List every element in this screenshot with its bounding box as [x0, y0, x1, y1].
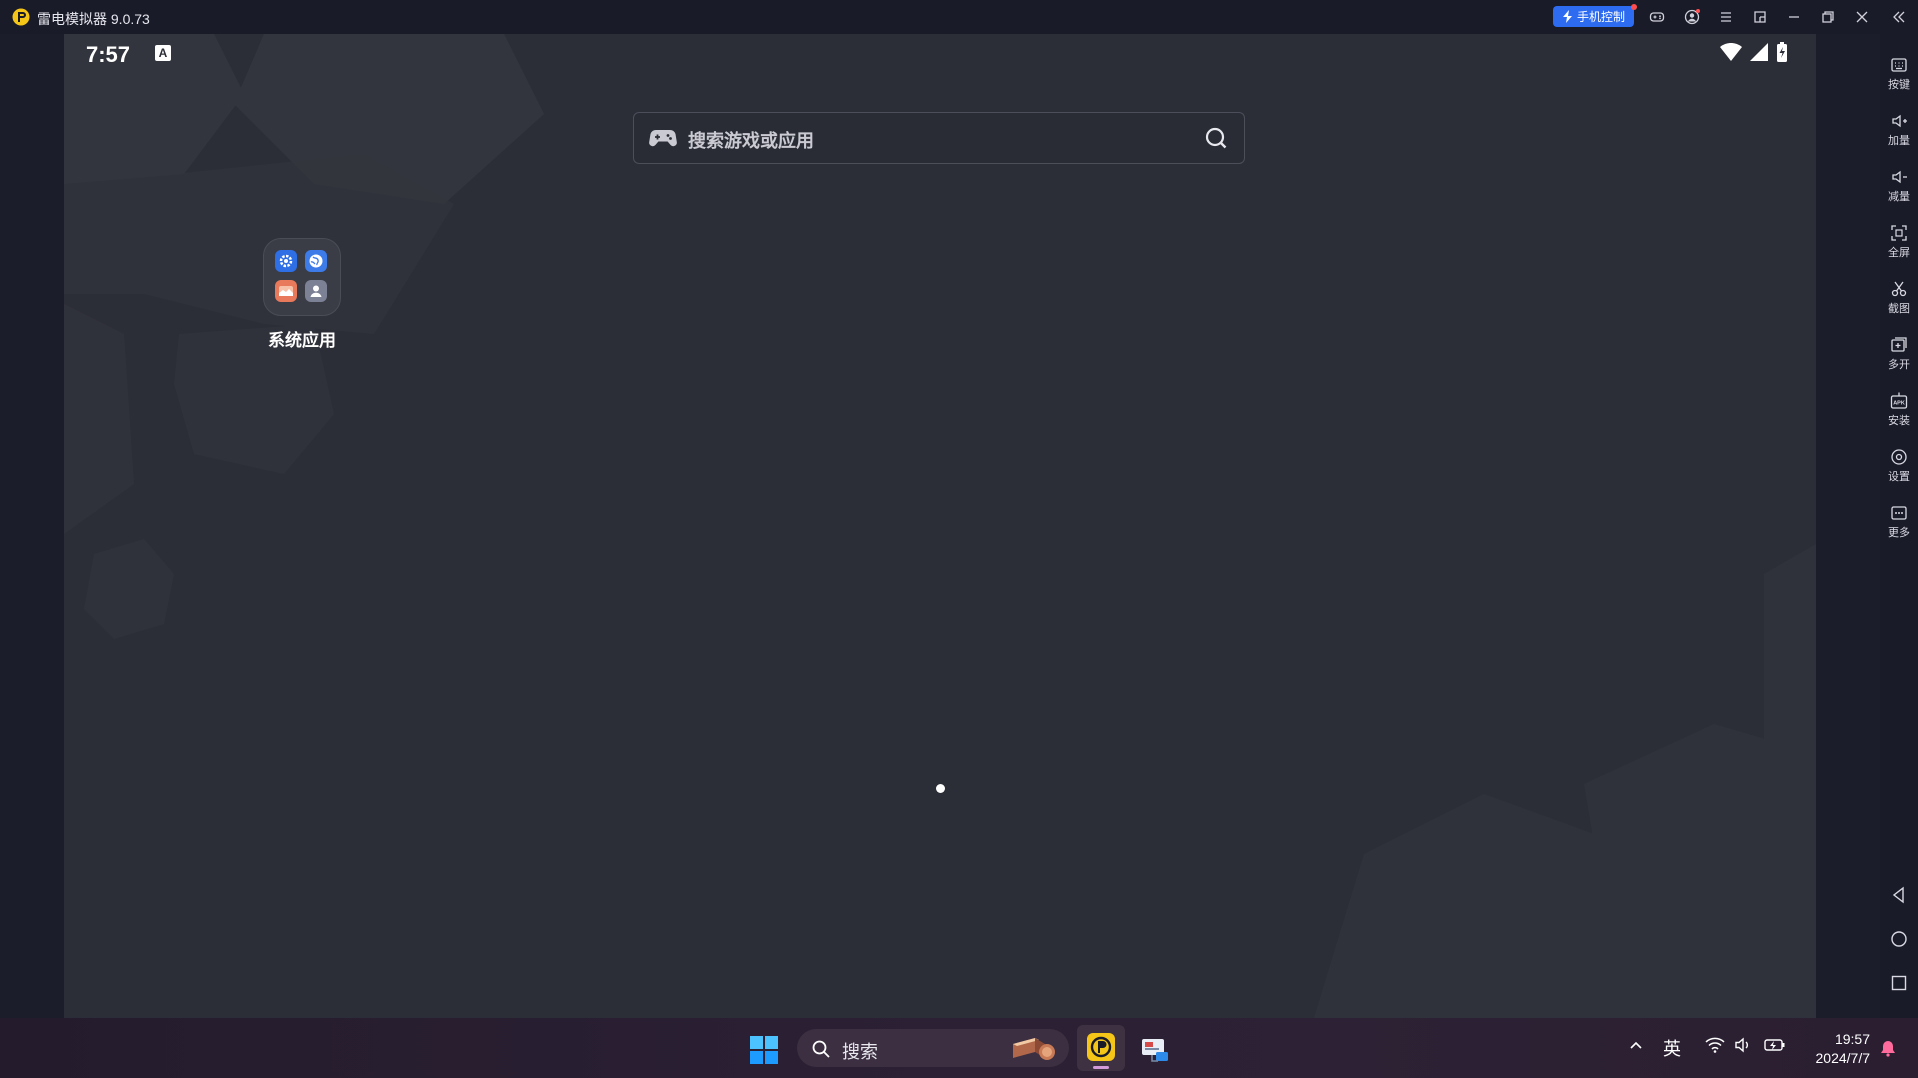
search-icon[interactable] [1204, 126, 1228, 150]
sidebar-item-label: 更多 [1888, 527, 1910, 539]
sidebar-item-volume-down[interactable]: 减量 [1880, 156, 1918, 206]
gamepad-icon [649, 130, 677, 147]
gamepad-button[interactable] [1648, 8, 1666, 26]
close-icon [1856, 11, 1868, 23]
windows-taskbar: 搜索 英 19:57 2024/7/7 [0, 1018, 1918, 1078]
apk-icon: APK [1890, 392, 1908, 409]
account-button[interactable] [1683, 8, 1701, 26]
active-app-indicator [1093, 1066, 1109, 1069]
sidebar-item-fullscreen[interactable]: 全屏 [1880, 212, 1918, 262]
sidebar-item-screenshot[interactable]: 截图 [1880, 268, 1918, 318]
taskbar-ldplayer-app[interactable] [1077, 1025, 1125, 1071]
sidebar-item-label: 全屏 [1888, 247, 1910, 259]
phone-control-button[interactable]: 手机控制 [1553, 4, 1637, 27]
settings-icon [1891, 449, 1907, 465]
scissors-icon [1891, 281, 1907, 297]
windows-start-button[interactable] [750, 1036, 778, 1064]
app-search-bar[interactable]: 搜索游戏或应用 [633, 112, 1245, 164]
speaker-icon[interactable] [1734, 1037, 1752, 1053]
double-chevron-left-icon [1893, 11, 1905, 23]
folder-label: 系统应用 [268, 331, 336, 350]
taskbar-search-label: 搜索 [842, 1042, 878, 1062]
settings-icon [275, 250, 297, 272]
lightning-icon [1562, 10, 1572, 23]
signal-icon [1750, 43, 1768, 61]
notification-dot [1631, 4, 1637, 10]
sidebar-item-label: 按键 [1888, 79, 1910, 91]
right-margin [1816, 34, 1880, 1018]
battery-charging-icon[interactable] [1764, 1037, 1786, 1053]
ldplayer-logo-icon [1087, 1033, 1115, 1061]
notification-bell-icon[interactable] [1879, 1039, 1897, 1057]
gamepad-icon [1649, 12, 1665, 22]
maximize-button[interactable] [1819, 8, 1837, 26]
sidebar-item-settings[interactable]: 设置 [1880, 436, 1918, 486]
status-bar-time: 7:57 [86, 42, 131, 67]
sidebar-item-label: 多开 [1888, 359, 1910, 371]
left-margin [0, 34, 64, 1018]
sidebar-item-keymap[interactable]: 按键 [1880, 44, 1918, 94]
search-placeholder: 搜索游戏或应用 [688, 131, 814, 151]
status-bar-icons [1720, 42, 1788, 62]
android-home-screen[interactable]: 7:57 A 搜索游戏或应用 系统应用 [64, 34, 1816, 1018]
taskbar-search-box[interactable]: 搜索 [797, 1029, 1069, 1067]
user-icon [1684, 9, 1700, 25]
window-mode-button[interactable] [1751, 8, 1769, 26]
page-indicator-dot [936, 784, 945, 793]
sidebar-item-label: 截图 [1888, 303, 1910, 315]
maximize-icon [1822, 11, 1834, 23]
menu-button[interactable] [1717, 8, 1735, 26]
android-home-button[interactable] [1890, 930, 1908, 948]
window-title: 雷电模拟器 9.0.73 [37, 11, 150, 27]
minimize-icon [1789, 16, 1799, 18]
system-apps-folder[interactable] [263, 238, 341, 316]
wifi-icon [1720, 43, 1742, 61]
android-recents-button[interactable] [1890, 974, 1908, 992]
input-method-badge: A [155, 45, 171, 61]
battery-charging-icon [1777, 42, 1787, 62]
svg-text:APK: APK [1893, 401, 1905, 407]
sidebar-item-label: 减量 [1888, 191, 1910, 203]
close-button[interactable] [1853, 8, 1871, 26]
android-back-button[interactable] [1890, 886, 1908, 904]
sidebar-item-volume-up[interactable]: 加量 [1880, 100, 1918, 150]
search-icon [812, 1040, 830, 1058]
fullscreen-icon [1891, 225, 1907, 241]
gallery-icon [275, 280, 297, 302]
browser-icon [305, 250, 327, 272]
more-icon [1891, 506, 1907, 520]
collapse-sidebar-button[interactable] [1890, 8, 1908, 26]
menu-icon [1721, 12, 1731, 22]
multi-instance-icon [1891, 337, 1907, 352]
sidebar-item-label: 设置 [1888, 471, 1910, 483]
wifi-icon[interactable] [1705, 1037, 1725, 1053]
volume-up-icon [1892, 114, 1907, 128]
hexagon-wallpaper [64, 34, 1816, 1018]
keyboard-icon [1891, 58, 1907, 72]
ldplayer-logo-icon [12, 8, 30, 26]
taskbar-clock[interactable]: 19:57 2024/7/7 [1800, 1030, 1871, 1068]
volume-down-icon [1892, 170, 1907, 184]
search-highlight-cake-icon [1013, 1038, 1055, 1060]
clock-date: 2024/7/7 [1815, 1050, 1871, 1066]
emulator-sidebar: 按键 加量 减量 全屏 截图 多开 APK 安装 设置 更多 [1880, 34, 1918, 1018]
restore-window-icon [1754, 11, 1766, 23]
sidebar-item-multi-instance[interactable]: 多开 [1880, 324, 1918, 374]
contacts-icon [305, 280, 327, 302]
phone-control-label: 手机控制 [1576, 10, 1625, 24]
show-hidden-icons-chevron-icon[interactable] [1628, 1037, 1644, 1053]
emulator-title-bar: 雷电模拟器 9.0.73 手机控制 [0, 0, 1918, 34]
sidebar-item-more[interactable]: 更多 [1880, 492, 1918, 542]
sidebar-item-label: 加量 [1888, 135, 1910, 147]
minimize-button[interactable] [1785, 8, 1803, 26]
clock-time: 19:57 [1834, 1031, 1870, 1047]
sidebar-item-label: 安装 [1888, 415, 1910, 427]
input-language-indicator[interactable]: 英 [1663, 1035, 1681, 1061]
taskbar-remote-desktop-app[interactable] [1140, 1035, 1170, 1065]
sidebar-item-install-apk[interactable]: APK 安装 [1880, 380, 1918, 430]
